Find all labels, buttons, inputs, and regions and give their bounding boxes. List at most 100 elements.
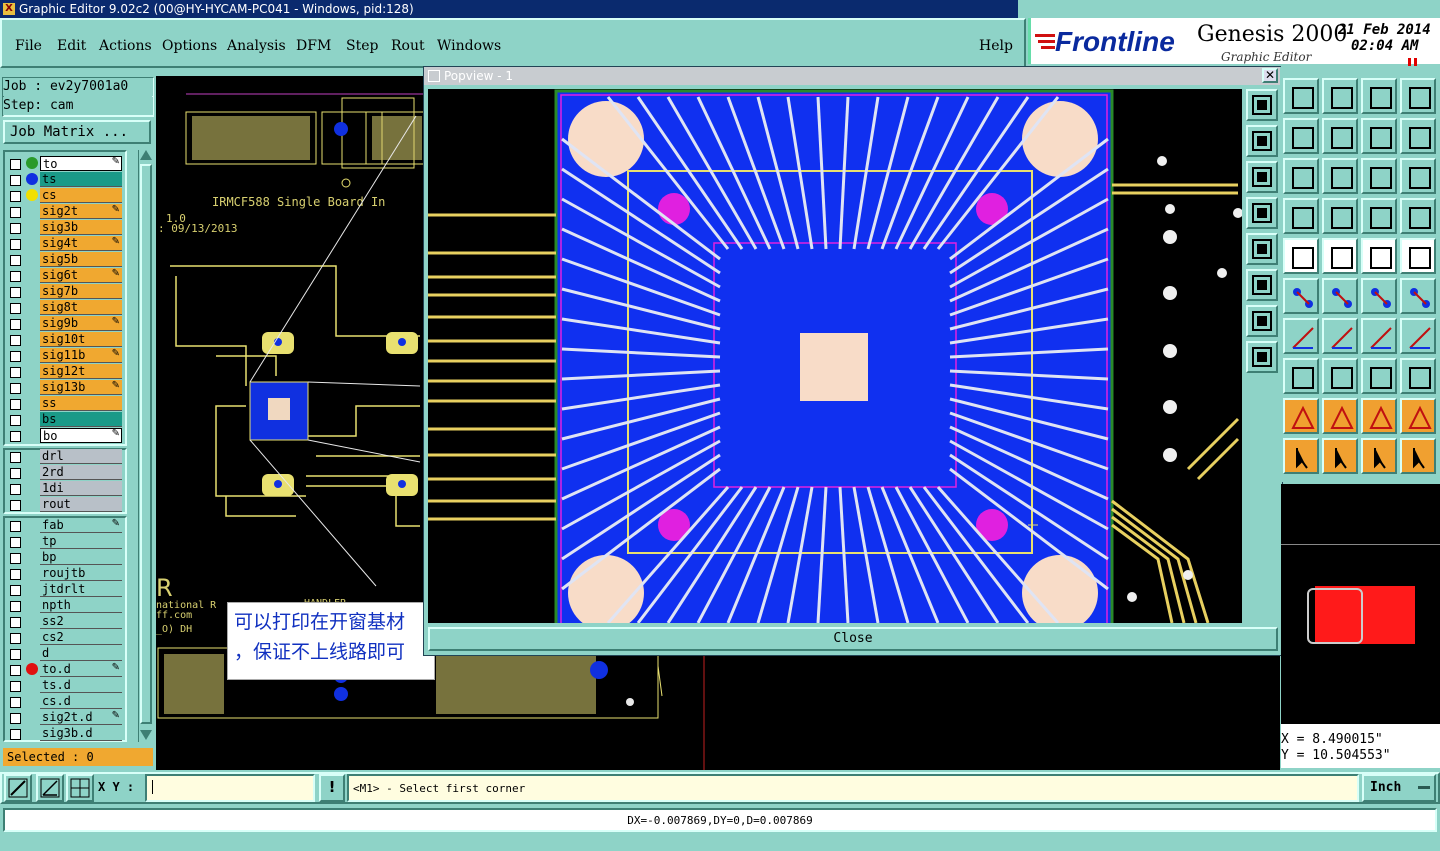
layer-name[interactable]: sig3b bbox=[40, 220, 122, 235]
layer-checkbox[interactable] bbox=[10, 500, 21, 511]
layer-checkbox[interactable] bbox=[10, 521, 21, 532]
layer-name[interactable]: jtdrlt bbox=[40, 582, 122, 597]
layer-row[interactable]: ts bbox=[6, 172, 124, 188]
job-matrix-button[interactable]: Job Matrix ... bbox=[3, 120, 151, 144]
layer-checkbox[interactable] bbox=[10, 255, 21, 266]
layer-row[interactable]: rout bbox=[6, 497, 124, 513]
layer-name[interactable]: sig3b.d bbox=[40, 726, 122, 741]
layer-name[interactable]: sig13b bbox=[40, 380, 122, 395]
pad-icon[interactable] bbox=[1283, 358, 1319, 394]
layer-checkbox[interactable] bbox=[10, 665, 21, 676]
connect-icon[interactable] bbox=[1283, 278, 1319, 314]
menu-actions[interactable]: Actions bbox=[99, 38, 152, 54]
layer-checkbox[interactable] bbox=[10, 207, 21, 218]
layer-checkbox[interactable] bbox=[10, 431, 21, 442]
popview-tool-8-icon[interactable] bbox=[1246, 341, 1278, 373]
layer-name[interactable]: 2rd bbox=[40, 465, 122, 480]
layer-checkbox[interactable] bbox=[10, 415, 21, 426]
popview-tool-4-icon[interactable] bbox=[1246, 197, 1278, 229]
layer-name[interactable]: drl bbox=[40, 449, 122, 464]
xy-input-field[interactable] bbox=[145, 774, 315, 802]
layer-checkbox[interactable] bbox=[10, 351, 21, 362]
layer-row[interactable]: jtdrlt bbox=[6, 582, 124, 598]
layers-scrollbar[interactable] bbox=[138, 150, 153, 742]
popview-menu-icon[interactable] bbox=[428, 70, 440, 82]
alert-icon[interactable]: ! bbox=[319, 774, 345, 802]
layer-name[interactable]: sig11b bbox=[40, 348, 122, 363]
layer-name[interactable]: ts bbox=[40, 172, 122, 187]
zoom-page-icon[interactable] bbox=[1361, 78, 1397, 114]
layer-name[interactable]: sig5b bbox=[40, 252, 122, 267]
layer-checkbox[interactable] bbox=[10, 303, 21, 314]
layer-checkbox[interactable] bbox=[10, 681, 21, 692]
snap-icon[interactable] bbox=[1283, 198, 1319, 234]
pan-left-icon[interactable] bbox=[1283, 118, 1319, 154]
layer-row[interactable]: drl bbox=[6, 449, 124, 465]
layer-name[interactable]: cs bbox=[40, 188, 122, 203]
cross-icon[interactable] bbox=[1322, 278, 1358, 314]
scroll-up-icon[interactable] bbox=[140, 150, 152, 160]
center-icon[interactable] bbox=[1322, 158, 1358, 194]
pointer-icon[interactable] bbox=[1283, 438, 1319, 474]
layer-row[interactable]: sig12t bbox=[6, 364, 124, 380]
layer-checkbox[interactable] bbox=[10, 537, 21, 548]
menu-help[interactable]: Help bbox=[979, 38, 1013, 54]
layer-checkbox[interactable] bbox=[10, 585, 21, 596]
menu-dfm[interactable]: DFM bbox=[296, 38, 331, 54]
layer-checkbox[interactable] bbox=[10, 175, 21, 186]
layer-checkbox[interactable] bbox=[10, 367, 21, 378]
layer-name[interactable]: sig2t.d bbox=[40, 710, 122, 725]
layer-row[interactable]: bp bbox=[6, 550, 124, 566]
split-icon[interactable] bbox=[1400, 358, 1436, 394]
layer-name[interactable]: cs2 bbox=[40, 630, 122, 645]
layer-checkbox[interactable] bbox=[10, 569, 21, 580]
layer-name[interactable]: ts.d bbox=[40, 678, 122, 693]
layer-row[interactable]: 2rd bbox=[6, 465, 124, 481]
layer-row[interactable]: cs2 bbox=[6, 630, 124, 646]
layer-checkbox[interactable] bbox=[10, 697, 21, 708]
layer-row[interactable]: cs.d bbox=[6, 694, 124, 710]
gauge-icon[interactable] bbox=[1361, 358, 1397, 394]
layer-name[interactable]: sig2t bbox=[40, 204, 122, 219]
layer-name[interactable]: d bbox=[40, 646, 122, 661]
zoom-home-icon[interactable] bbox=[1283, 78, 1319, 114]
layer-row[interactable]: cs bbox=[6, 188, 124, 204]
layer-name[interactable]: sig7b bbox=[40, 284, 122, 299]
layer-checkbox[interactable] bbox=[10, 729, 21, 740]
popview-tool-6-icon[interactable] bbox=[1246, 269, 1278, 301]
layer-checkbox[interactable] bbox=[10, 452, 21, 463]
layer-checkbox[interactable] bbox=[10, 383, 21, 394]
grid-tool-button[interactable] bbox=[66, 774, 94, 802]
pointer-move-icon[interactable] bbox=[1361, 438, 1397, 474]
record-icon[interactable] bbox=[1400, 238, 1436, 274]
popview-close-button[interactable]: Close bbox=[428, 627, 1278, 651]
redraw-icon[interactable] bbox=[1400, 118, 1436, 154]
menu-edit[interactable]: Edit bbox=[57, 38, 86, 54]
popview-tool-2-icon[interactable] bbox=[1246, 125, 1278, 157]
ruler-icon[interactable] bbox=[1361, 238, 1397, 274]
layer-checkbox[interactable] bbox=[10, 468, 21, 479]
layer-row[interactable]: sig8t bbox=[6, 300, 124, 316]
menu-file[interactable]: File bbox=[15, 38, 42, 54]
scale-1to2-icon[interactable] bbox=[1361, 158, 1397, 194]
layer-name[interactable]: npth bbox=[40, 598, 122, 613]
angle-icon[interactable] bbox=[1283, 318, 1319, 354]
grid-view-icon[interactable] bbox=[1322, 198, 1358, 234]
layer-row[interactable]: bo ✎ bbox=[6, 428, 124, 444]
layer-name[interactable]: sig10t bbox=[40, 332, 122, 347]
pointer-select-icon[interactable] bbox=[1322, 438, 1358, 474]
layer-name[interactable]: to bbox=[40, 156, 122, 171]
triangle-c-icon[interactable] bbox=[1361, 398, 1397, 434]
layer-name[interactable]: ss bbox=[40, 396, 122, 411]
layer-checkbox[interactable] bbox=[10, 713, 21, 724]
layer-name[interactable]: bs bbox=[40, 412, 122, 427]
layer-name[interactable]: sig6t bbox=[40, 268, 122, 283]
layer-row[interactable]: sig2t.d ✎ bbox=[6, 710, 124, 726]
popview-tool-5-icon[interactable] bbox=[1246, 233, 1278, 265]
layer-row[interactable]: sig3b bbox=[6, 220, 124, 236]
layer-name[interactable]: to.d bbox=[40, 662, 122, 677]
line-icon[interactable] bbox=[1322, 318, 1358, 354]
menu-step[interactable]: Step bbox=[346, 38, 378, 54]
triangle-a-icon[interactable] bbox=[1283, 398, 1319, 434]
mirror-icon[interactable] bbox=[1361, 118, 1397, 154]
